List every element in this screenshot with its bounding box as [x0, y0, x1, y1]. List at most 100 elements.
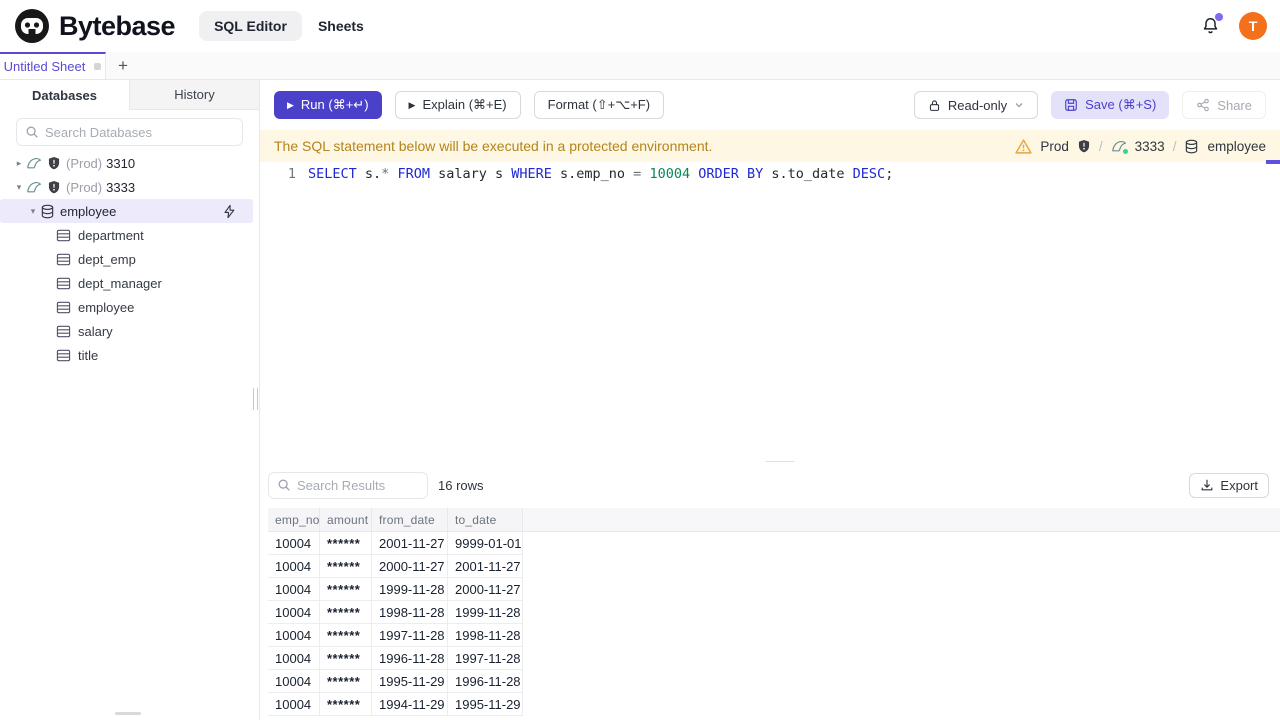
user-avatar[interactable]: T [1239, 12, 1267, 40]
database-item-employee[interactable]: ▾ employee [0, 199, 253, 223]
result-cell[interactable]: 10004 [268, 578, 320, 601]
table-item-employee[interactable]: employee [0, 295, 259, 319]
export-button[interactable]: Export [1189, 472, 1269, 498]
caret-down-icon[interactable]: ▾ [12, 182, 26, 193]
nav-sql-editor[interactable]: SQL Editor [199, 11, 302, 41]
sql-token: SELECT [308, 166, 357, 182]
result-cell[interactable]: 1994-11-29 [372, 693, 448, 716]
protected-environment-banner: The SQL statement below will be executed… [260, 130, 1280, 162]
table-name: department [78, 227, 144, 243]
row-count: 16 rows [438, 477, 484, 493]
sql-statement[interactable]: SELECT s.* FROM salary s WHERE s.emp_no … [308, 165, 893, 184]
run-button[interactable]: ▶ Run (⌘+↵) [274, 91, 382, 119]
result-cell[interactable]: 10004 [268, 670, 320, 693]
table-row[interactable]: 10004 ****** 1996-11-28 1997-11-28 [268, 647, 1280, 670]
result-cell[interactable]: 10004 [268, 693, 320, 716]
save-button[interactable]: Save (⌘+S) [1051, 91, 1170, 119]
mysql-dolphin-icon [26, 155, 42, 171]
result-cell-masked[interactable]: ****** [320, 624, 372, 647]
tab-history[interactable]: History [129, 80, 259, 110]
sql-editor[interactable]: 1 SELECT s.* FROM salary s WHERE s.emp_n… [260, 160, 1280, 462]
sql-code-line[interactable]: 1 SELECT s.* FROM salary s WHERE s.emp_n… [260, 162, 1280, 184]
play-icon: ▶ [408, 99, 416, 110]
tab-untitled-sheet[interactable]: Untitled Sheet [0, 52, 106, 79]
result-cell[interactable]: 2000-11-27 [448, 578, 523, 601]
column-header-to-date[interactable]: to_date [448, 508, 523, 532]
environment-label: (Prod) [66, 179, 103, 195]
table-row[interactable]: 10004 ****** 2001-11-27 9999-01-01 [268, 532, 1280, 555]
sql-token: s. [356, 166, 382, 182]
horizontal-scrollbar[interactable] [115, 712, 141, 715]
table-item-title[interactable]: title [0, 343, 259, 367]
column-header-amount[interactable]: amount [320, 508, 372, 532]
column-header-from-date[interactable]: from_date [372, 508, 448, 532]
table-item-dept-manager[interactable]: dept_manager [0, 271, 259, 295]
result-cell-masked[interactable]: ****** [320, 578, 372, 601]
result-cell[interactable]: 9999-01-01 [448, 532, 523, 555]
result-cell-masked[interactable]: ****** [320, 532, 372, 555]
new-sheet-button[interactable]: + [106, 52, 140, 79]
table-item-dept-emp[interactable]: dept_emp [0, 247, 259, 271]
result-cell[interactable]: 10004 [268, 532, 320, 555]
results-toolbar: 16 rows Export [260, 470, 1280, 500]
caret-right-icon[interactable]: ▸ [12, 158, 26, 169]
table-row[interactable]: 10004 ****** 1999-11-28 2000-11-27 [268, 578, 1280, 601]
instance-badge[interactable]: 3333 [1135, 139, 1165, 154]
result-cell[interactable]: 10004 [268, 624, 320, 647]
table-row[interactable]: 10004 ****** 2000-11-27 2001-11-27 [268, 555, 1280, 578]
table-item-department[interactable]: department [0, 223, 259, 247]
nav-sheets[interactable]: Sheets [318, 18, 364, 34]
share-button[interactable]: Share [1182, 91, 1266, 119]
result-cell[interactable]: 1999-11-28 [448, 601, 523, 624]
table-row[interactable]: 10004 ****** 1998-11-28 1999-11-28 [268, 601, 1280, 624]
table-row[interactable]: 10004 ****** 1997-11-28 1998-11-28 [268, 624, 1280, 647]
table-icon [56, 324, 71, 339]
database-search[interactable] [16, 118, 243, 146]
result-cell[interactable]: 1998-11-28 [448, 624, 523, 647]
instance-item-3333[interactable]: ▾ (Prod) 3333 [0, 175, 259, 199]
result-cell[interactable]: 1997-11-28 [372, 624, 448, 647]
result-cell[interactable]: 10004 [268, 647, 320, 670]
database-badge[interactable]: employee [1207, 139, 1266, 154]
lightning-bolt-icon[interactable] [222, 204, 237, 219]
result-cell[interactable]: 1996-11-28 [372, 647, 448, 670]
readonly-mode-dropdown[interactable]: Read-only [913, 91, 1039, 119]
table-row[interactable]: 10004 ****** 1995-11-29 1996-11-28 [268, 670, 1280, 693]
result-cell[interactable]: 1995-11-29 [372, 670, 448, 693]
column-header-emp-no[interactable]: emp_no [268, 508, 320, 532]
result-cell-masked[interactable]: ****** [320, 555, 372, 578]
table-row[interactable]: 10004 ****** 1994-11-29 1995-11-29 [268, 693, 1280, 716]
result-cell-masked[interactable]: ****** [320, 670, 372, 693]
warning-triangle-icon [1015, 138, 1032, 155]
result-cell[interactable]: 1995-11-29 [448, 693, 523, 716]
table-item-salary[interactable]: salary [0, 319, 259, 343]
notification-bell-icon[interactable] [1200, 12, 1223, 37]
format-button[interactable]: Format (⇧+⌥+F) [533, 91, 665, 119]
result-cell[interactable]: 10004 [268, 555, 320, 578]
banner-message: The SQL statement below will be executed… [274, 138, 713, 154]
environment-badge[interactable]: Prod [1040, 139, 1069, 154]
mysql-dolphin-icon [26, 179, 42, 195]
result-cell[interactable]: 10004 [268, 601, 320, 624]
result-cell[interactable]: 1999-11-28 [372, 578, 448, 601]
results-search[interactable] [268, 471, 428, 499]
result-cell-masked[interactable]: ****** [320, 693, 372, 716]
table-name: dept_manager [78, 275, 162, 291]
caret-down-icon[interactable]: ▾ [26, 206, 40, 217]
result-cell[interactable]: 2001-11-27 [448, 555, 523, 578]
sidebar-resize-handle[interactable] [253, 388, 258, 410]
search-results-input[interactable] [297, 477, 419, 493]
bytebase-logo[interactable]: Bytebase [14, 8, 176, 44]
tab-databases[interactable]: Databases [0, 80, 129, 110]
instance-item-3310[interactable]: ▸ (Prod) 3310 [0, 151, 259, 175]
result-cell[interactable]: 1996-11-28 [448, 670, 523, 693]
result-cell[interactable]: 2000-11-27 [372, 555, 448, 578]
result-cell-masked[interactable]: ****** [320, 601, 372, 624]
result-cell-masked[interactable]: ****** [320, 647, 372, 670]
table-name: salary [78, 323, 113, 339]
explain-button[interactable]: ▶ Explain (⌘+E) [394, 91, 521, 119]
search-databases-input[interactable] [45, 124, 234, 140]
result-cell[interactable]: 1998-11-28 [372, 601, 448, 624]
result-cell[interactable]: 1997-11-28 [448, 647, 523, 670]
result-cell[interactable]: 2001-11-27 [372, 532, 448, 555]
